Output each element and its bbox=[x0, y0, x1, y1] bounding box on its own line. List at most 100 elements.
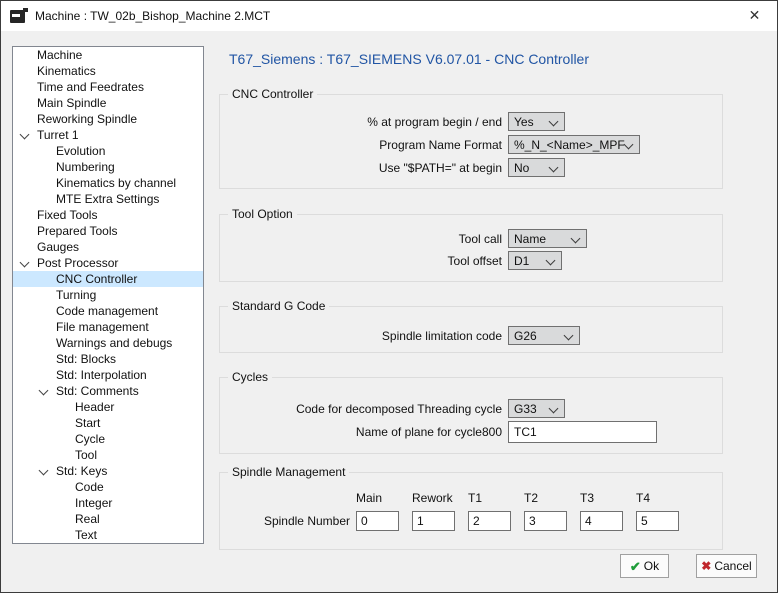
spindle-number-main-input[interactable] bbox=[356, 511, 399, 531]
ok-button-label: Ok bbox=[644, 559, 659, 573]
spindle-column-main: Main bbox=[356, 491, 399, 505]
group-spindle-management: Spindle Management MainReworkT1T2T3T4 Sp… bbox=[219, 472, 723, 550]
tree-item-warnings-and-debugs[interactable]: Warnings and debugs bbox=[13, 335, 203, 351]
tree-item-main-spindle[interactable]: Main Spindle bbox=[13, 95, 203, 111]
tree-item-cnc-controller[interactable]: CNC Controller bbox=[13, 271, 203, 287]
tree-item-file-management[interactable]: File management bbox=[13, 319, 203, 335]
spindle-number-rework-input[interactable] bbox=[412, 511, 455, 531]
tree-item-label: MTE Extra Settings bbox=[56, 191, 159, 207]
tree-item-text[interactable]: Text bbox=[13, 527, 203, 543]
tree-item-label: Code management bbox=[56, 303, 158, 319]
tree-item-fixed-tools[interactable]: Fixed Tools bbox=[13, 207, 203, 223]
tree-item-std-interpolation[interactable]: Std: Interpolation bbox=[13, 367, 203, 383]
chevron-down-icon[interactable] bbox=[39, 466, 49, 476]
tree-item-machine[interactable]: Machine bbox=[13, 47, 203, 63]
chevron-down-icon bbox=[549, 163, 559, 173]
tree-item-label: Warnings and debugs bbox=[56, 335, 172, 351]
chevron-down-icon bbox=[549, 117, 559, 127]
tree-item-std-keys[interactable]: Std: Keys bbox=[13, 463, 203, 479]
tree-item-cycle[interactable]: Cycle bbox=[13, 431, 203, 447]
check-icon: ✔ bbox=[630, 560, 641, 573]
tree-item-label: Tool bbox=[75, 447, 97, 463]
spindle-number-t2-input[interactable] bbox=[524, 511, 567, 531]
tree-item-turret-1[interactable]: Turret 1 bbox=[13, 127, 203, 143]
cancel-button-label: Cancel bbox=[714, 559, 751, 573]
group-tool-option: Tool Option Tool callNameTool offsetD1 bbox=[219, 214, 723, 282]
selected-value: G26 bbox=[509, 329, 537, 343]
tree-item-label: Time and Feedrates bbox=[37, 79, 144, 95]
tree-item-time-and-feedrates[interactable]: Time and Feedrates bbox=[13, 79, 203, 95]
tree-item-label: Header bbox=[75, 399, 114, 415]
group-title-tool-option: Tool Option bbox=[228, 207, 297, 221]
chevron-down-icon bbox=[549, 404, 559, 414]
tree-item-label: Std: Comments bbox=[56, 383, 139, 399]
group-title-spindle-management: Spindle Management bbox=[228, 465, 349, 479]
close-button[interactable]: ✕ bbox=[732, 1, 777, 30]
spindle-column-t2: T2 bbox=[524, 491, 567, 505]
tree-item-label: Main Spindle bbox=[37, 95, 106, 111]
use-path-at-begin-select[interactable]: No bbox=[508, 158, 565, 177]
tree-item-reworking-spindle[interactable]: Reworking Spindle bbox=[13, 111, 203, 127]
tree-item-std-comments[interactable]: Std: Comments bbox=[13, 383, 203, 399]
machine-icon bbox=[10, 10, 25, 23]
tree-item-evolution[interactable]: Evolution bbox=[13, 143, 203, 159]
chevron-down-icon[interactable] bbox=[20, 258, 30, 268]
tool-call-label: Tool call bbox=[220, 232, 502, 246]
spindle-number-t1-input[interactable] bbox=[468, 511, 511, 531]
tree-item-start[interactable]: Start bbox=[13, 415, 203, 431]
tree-item-gauges[interactable]: Gauges bbox=[13, 239, 203, 255]
tree-item-numbering[interactable]: Numbering bbox=[13, 159, 203, 175]
tree-item-std-blocks[interactable]: Std: Blocks bbox=[13, 351, 203, 367]
spindle-number-t4-input[interactable] bbox=[636, 511, 679, 531]
spindle-limitation-code-label: Spindle limitation code bbox=[220, 329, 502, 343]
spindle-column-rework: Rework bbox=[412, 491, 455, 505]
tool-call-select[interactable]: Name bbox=[508, 229, 587, 248]
tool-offset-label: Tool offset bbox=[220, 254, 502, 268]
tool-offset-select[interactable]: D1 bbox=[508, 251, 562, 270]
tree-item-turning[interactable]: Turning bbox=[13, 287, 203, 303]
tree-item-mte-extra-settings[interactable]: MTE Extra Settings bbox=[13, 191, 203, 207]
tree-item-label: Std: Keys bbox=[56, 463, 107, 479]
tree-item-real[interactable]: Real bbox=[13, 511, 203, 527]
spindle-column-headers: MainReworkT1T2T3T4 bbox=[356, 491, 722, 505]
program-name-format-select[interactable]: %_N_<Name>_MPF bbox=[508, 135, 640, 154]
tree-item-kinematics[interactable]: Kinematics bbox=[13, 63, 203, 79]
chevron-down-icon[interactable] bbox=[39, 386, 49, 396]
chevron-down-icon[interactable] bbox=[20, 130, 30, 140]
tree-item-post-processor[interactable]: Post Processor bbox=[13, 255, 203, 271]
use-path-at-begin-label: Use "$PATH=" at begin bbox=[220, 161, 502, 175]
tree-item-label: Std: Blocks bbox=[56, 351, 116, 367]
window-title: Machine : TW_02b_Bishop_Machine 2.MCT bbox=[35, 9, 270, 23]
tree-item-code-management[interactable]: Code management bbox=[13, 303, 203, 319]
tree-item-header[interactable]: Header bbox=[13, 399, 203, 415]
code-for-decomposed-threading-cycle-select[interactable]: G33 bbox=[508, 399, 565, 418]
selected-value: Name bbox=[509, 232, 546, 246]
spindle-number-t3-input[interactable] bbox=[580, 511, 623, 531]
tree-item-label: File management bbox=[56, 319, 149, 335]
selected-value: %_N_<Name>_MPF bbox=[509, 138, 625, 152]
selected-value: No bbox=[509, 161, 529, 175]
tree-item-label: Turning bbox=[56, 287, 96, 303]
ok-button[interactable]: ✔ Ok bbox=[620, 554, 669, 578]
program-name-format-label: Program Name Format bbox=[220, 138, 502, 152]
tree-item-integer[interactable]: Integer bbox=[13, 495, 203, 511]
settings-tree: MachineKinematicsTime and FeedratesMain … bbox=[12, 46, 204, 544]
machine-dialog-window: Machine : TW_02b_Bishop_Machine 2.MCT ✕ … bbox=[0, 0, 778, 593]
code-for-decomposed-threading-cycle-label: Code for decomposed Threading cycle bbox=[220, 402, 502, 416]
tree-item-tool[interactable]: Tool bbox=[13, 447, 203, 463]
title-bar: Machine : TW_02b_Bishop_Machine 2.MCT ✕ bbox=[1, 1, 777, 31]
selected-value: Yes bbox=[509, 115, 534, 129]
cancel-button[interactable]: ✖ Cancel bbox=[696, 554, 757, 578]
at-program-begin-end-label: % at program begin / end bbox=[220, 115, 502, 129]
tree-item-prepared-tools[interactable]: Prepared Tools bbox=[13, 223, 203, 239]
spindle-column-t4: T4 bbox=[636, 491, 679, 505]
spindle-limitation-code-select[interactable]: G26 bbox=[508, 326, 580, 345]
tree-item-label: Gauges bbox=[37, 239, 79, 255]
selected-value: G33 bbox=[509, 402, 537, 416]
tree-item-kinematics-by-channel[interactable]: Kinematics by channel bbox=[13, 175, 203, 191]
at-program-begin-end-select[interactable]: Yes bbox=[508, 112, 565, 131]
tree-item-label: Machine bbox=[37, 47, 82, 63]
name-of-plane-for-cycle800-input[interactable] bbox=[508, 421, 657, 443]
tree-item-code[interactable]: Code bbox=[13, 479, 203, 495]
tree-item-label: Fixed Tools bbox=[37, 207, 97, 223]
